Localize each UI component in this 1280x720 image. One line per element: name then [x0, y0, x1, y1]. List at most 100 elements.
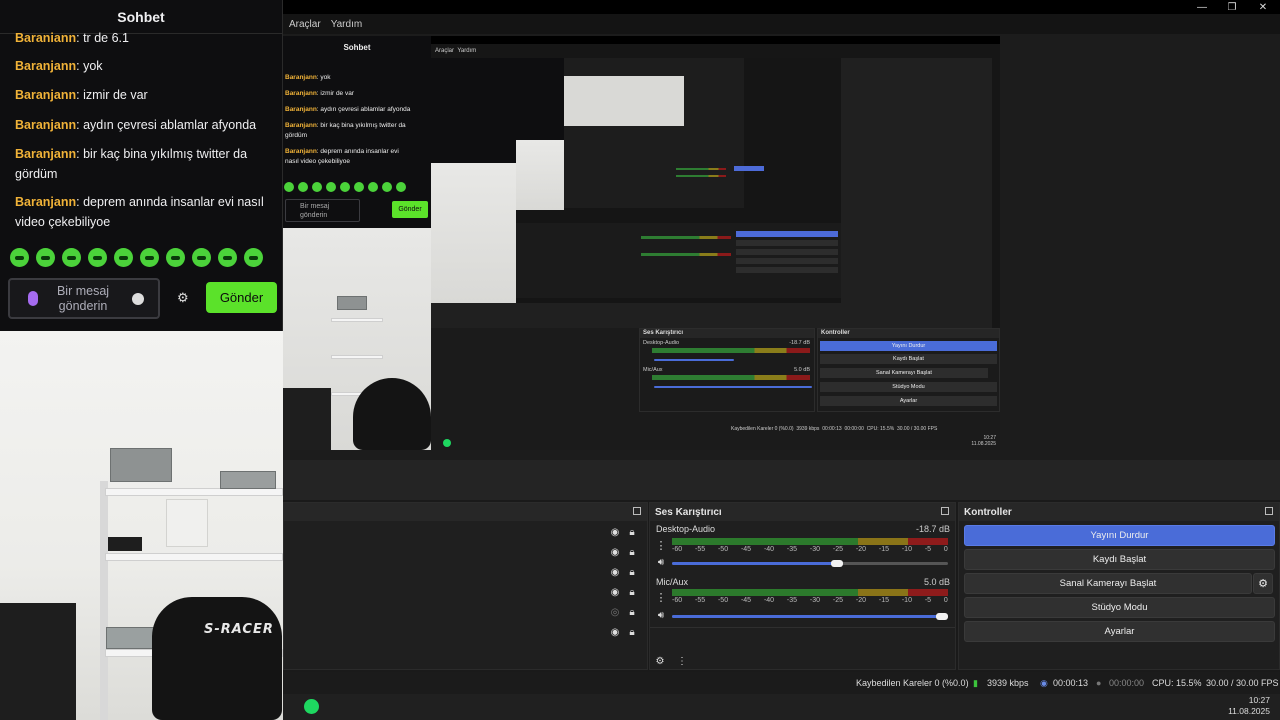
chat-username[interactable]: Baranjann: [15, 31, 76, 42]
chat-username[interactable]: Baranjann: [15, 59, 76, 73]
virtual-camera-settings-icon[interactable]: ⚙: [1253, 573, 1273, 594]
speaker-icon[interactable]: 🔊︎: [655, 556, 667, 568]
emote-icon[interactable]: [62, 248, 81, 267]
mini-chat-user: Baranjann: [285, 122, 317, 129]
meter-tick-label: -35: [786, 546, 798, 553]
meter-ticks: -60 -55 -50 -45 -40 -35 -30 -25 -20 -15 -10 -5 0: [672, 546, 948, 553]
close-button[interactable]: ✕: [1248, 0, 1278, 14]
mini-chat-msg: izmir de var: [320, 90, 355, 97]
emote-icon[interactable]: [218, 248, 237, 267]
menu-tools[interactable]: Araçlar: [289, 19, 321, 30]
eye-hidden-icon[interactable]: ◎: [609, 606, 621, 618]
eye-icon[interactable]: ◉: [609, 546, 621, 558]
meter-green: [672, 538, 858, 545]
basket: [110, 448, 172, 482]
meter-tick-label: -30: [809, 597, 821, 604]
preview-stream-capture: Sohbet Baranjann: yok Baranjann: izmir d…: [283, 36, 1000, 450]
chat-username[interactable]: Baranjann: [15, 147, 76, 161]
emote-icon[interactable]: [114, 248, 133, 267]
meter-red: [908, 538, 948, 545]
eye-icon[interactable]: ◉: [609, 626, 621, 638]
meter-tick-label: 0: [943, 597, 948, 604]
speaker-icon[interactable]: 🔊︎: [655, 609, 667, 621]
preview-bottom: [283, 460, 1280, 500]
maximize-button[interactable]: ❐: [1217, 0, 1247, 14]
dock-float-icon[interactable]: [1265, 507, 1273, 515]
mixer-settings-icon[interactable]: ⚙: [654, 655, 666, 667]
spotify-icon[interactable]: [304, 699, 319, 714]
dark-object: [0, 603, 76, 720]
chat-username[interactable]: Baranjann: [15, 118, 76, 132]
emote-icon[interactable]: [88, 248, 107, 267]
mini-chat-msg: bir kaç bina yıkılmış twitter da: [320, 122, 406, 129]
gear-icon[interactable]: ⚙: [177, 290, 189, 306]
emote-icon[interactable]: [192, 248, 211, 267]
meter-tick-label: -60: [672, 546, 683, 553]
menu-help[interactable]: Yardım: [331, 19, 363, 30]
emote-icon[interactable]: [166, 248, 185, 267]
meter-yellow: [858, 589, 908, 596]
meter-tick-label: -30: [809, 546, 821, 553]
eye-icon[interactable]: ◉: [609, 526, 621, 538]
clock-date: 11.08.2025: [1228, 706, 1270, 716]
dock-float-icon[interactable]: [941, 507, 949, 515]
channel-menu-icon[interactable]: ⋮: [655, 539, 667, 552]
volume-fill: [672, 615, 948, 618]
lock-icon[interactable]: 🔒︎: [626, 566, 638, 578]
mini-chat-msg: deprem anında insanlar evi: [320, 148, 399, 155]
audio-mixer-title: Ses Karıştırıcı: [650, 503, 955, 521]
basket: [106, 627, 158, 649]
mini-chat-input: Bir mesaj gönderin: [285, 199, 360, 222]
shelf: [105, 488, 283, 496]
chat-username[interactable]: Baranjann: [15, 88, 76, 102]
mini-chat-msg: aydın çevresi ablamlar afyonda: [320, 106, 411, 113]
start-recording-button[interactable]: Kaydı Başlat: [964, 549, 1275, 570]
volume-slider-handle[interactable]: [936, 613, 948, 620]
meter-tick-label: -55: [694, 597, 706, 604]
taskbar-clock[interactable]: 10:27 11.08.2025: [1228, 695, 1270, 717]
chat-message: Baranjann: yok: [15, 56, 270, 76]
mini-emote-row: [284, 182, 406, 192]
volume-slider-handle[interactable]: [831, 560, 843, 567]
studio-mode-button[interactable]: Stüdyo Modu: [964, 597, 1275, 618]
emoji-picker-icon[interactable]: [132, 293, 144, 305]
mini-chat-user: Baranjann: [285, 148, 317, 155]
chat-text: : aydın çevresi ablamlar afyonda: [76, 118, 257, 132]
eye-icon[interactable]: ◉: [609, 586, 621, 598]
meter-tick-label: -10: [901, 546, 912, 553]
channel-menu-icon[interactable]: ⋮: [655, 591, 667, 604]
controls-dock: Kontroller Yayını Durdur Kaydı Başlat Sa…: [958, 502, 1280, 670]
chat-text: : tr de 6.1: [76, 31, 129, 42]
meter-tick-label: -35: [786, 597, 798, 604]
status-bar: Kaybedilen Kareler 0 (%0.0) ▮ 3939 kbps …: [283, 672, 1280, 694]
stop-stream-button[interactable]: Yayını Durdur: [964, 525, 1275, 546]
meter-tick-label: -50: [717, 546, 729, 553]
meter-tick-label: 0: [943, 546, 948, 553]
microphone-icon[interactable]: [28, 291, 38, 306]
dock-float-icon[interactable]: [633, 507, 641, 515]
bitrate: 3939 kbps: [987, 678, 1029, 688]
eye-icon[interactable]: ◉: [609, 566, 621, 578]
emote-icon[interactable]: [36, 248, 55, 267]
lock-icon[interactable]: 🔒︎: [626, 526, 638, 538]
emote-icon[interactable]: [10, 248, 29, 267]
lock-icon[interactable]: 🔒︎: [626, 586, 638, 598]
emote-icon[interactable]: [140, 248, 159, 267]
send-button[interactable]: Gönder: [206, 282, 277, 313]
minimize-button[interactable]: —: [1187, 0, 1217, 14]
settings-button[interactable]: Ayarlar: [964, 621, 1275, 642]
chat-username[interactable]: Baranjann: [15, 195, 76, 209]
nested-menu: Araçlar Yardım: [435, 48, 477, 54]
mixer-menu-icon[interactable]: ⋮: [676, 655, 688, 667]
audio-mixer-dock: Ses Karıştırıcı Desktop-Audio -18.7 dB ⋮…: [649, 502, 956, 670]
emote-icon[interactable]: [244, 248, 263, 267]
mixer-channel-db: -18.7 dB: [915, 524, 950, 534]
lock-icon[interactable]: 🔒︎: [626, 546, 638, 558]
chat-message-input[interactable]: Bir mesaj gönderin: [8, 278, 160, 319]
start-virtual-camera-button[interactable]: Sanal Kamerayı Başlat: [964, 573, 1252, 594]
lock-icon[interactable]: 🔒︎: [626, 626, 638, 638]
meter-tick-label: -15: [878, 546, 889, 553]
lock-icon[interactable]: 🔒︎: [626, 606, 638, 618]
cpu-usage: CPU: 15.5%: [1152, 678, 1202, 688]
meter-tick-label: -40: [763, 597, 775, 604]
